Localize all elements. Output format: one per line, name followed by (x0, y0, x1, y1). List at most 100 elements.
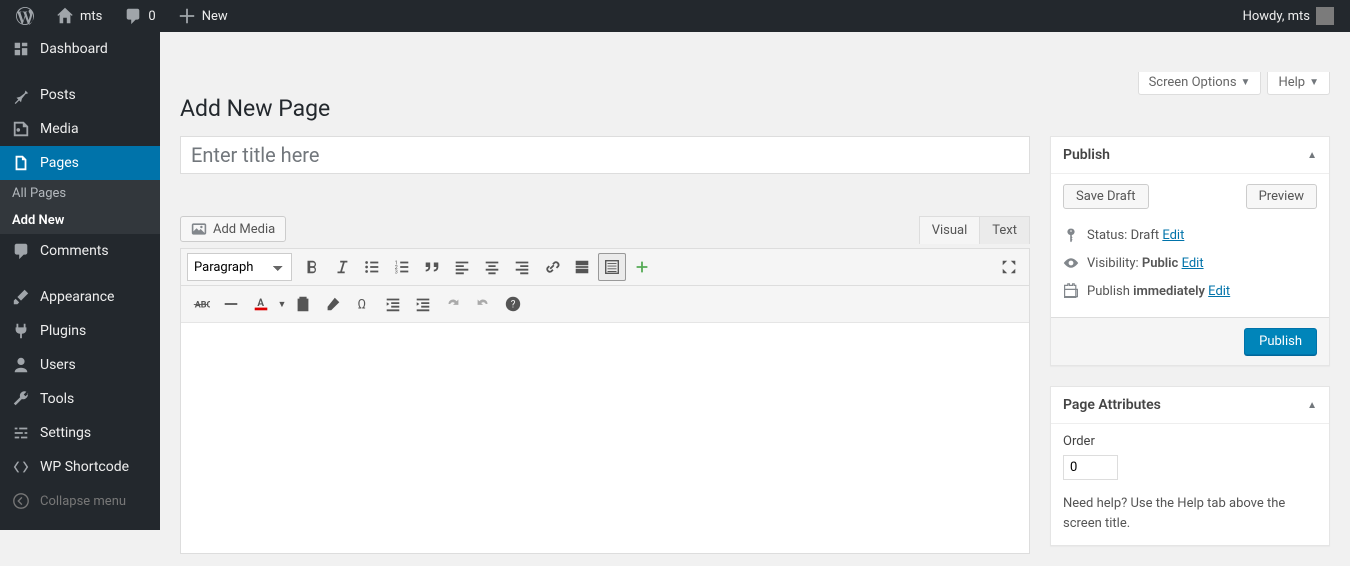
ol-icon: 123 (393, 258, 411, 276)
editor: Paragraph 123 ABC (180, 248, 1030, 554)
plus-icon (178, 7, 196, 25)
chevron-down-icon: ▼ (1309, 77, 1319, 88)
add-media-button[interactable]: Add Media (180, 216, 286, 242)
textcolor-dropdown[interactable]: ▼ (277, 299, 287, 310)
menu-dashboard[interactable]: Dashboard (0, 32, 160, 66)
site-name-link[interactable]: mts (48, 0, 110, 32)
avatar (1316, 7, 1334, 25)
redo-button[interactable] (469, 290, 497, 318)
title-input[interactable] (180, 136, 1030, 174)
toolbar-toggle-button[interactable] (598, 253, 626, 281)
pin-icon (12, 86, 30, 104)
add-shortcode-button[interactable] (628, 253, 656, 281)
order-input[interactable] (1063, 455, 1118, 480)
preview-button[interactable]: Preview (1246, 184, 1317, 209)
link-icon (543, 258, 561, 276)
page-icon (12, 154, 30, 172)
menu-users[interactable]: Users (0, 348, 160, 382)
media-icon (191, 221, 207, 237)
pages-submenu: All Pages Add New (0, 180, 160, 234)
save-draft-button[interactable]: Save Draft (1063, 184, 1149, 209)
screen-options-button[interactable]: Screen Options▼ (1138, 72, 1262, 95)
submenu-add-new[interactable]: Add New (0, 207, 160, 234)
submenu-all-pages[interactable]: All Pages (0, 180, 160, 207)
edit-status-link[interactable]: Edit (1162, 228, 1184, 243)
menu-comments[interactable]: Comments (0, 234, 160, 268)
italic-button[interactable] (328, 253, 356, 281)
dashboard-icon (12, 40, 30, 58)
publish-box-header[interactable]: Publish▲ (1051, 137, 1329, 174)
home-icon (56, 7, 74, 25)
content-area[interactable] (181, 323, 1029, 553)
howdy-text: Howdy, mts (1243, 9, 1310, 24)
hr-icon (222, 295, 240, 313)
special-char-button[interactable]: Ω (349, 290, 377, 318)
quote-button[interactable] (418, 253, 446, 281)
menu-tools[interactable]: Tools (0, 382, 160, 416)
menu-appearance[interactable]: Appearance (0, 280, 160, 314)
bold-button[interactable] (298, 253, 326, 281)
format-select[interactable]: Paragraph (187, 253, 292, 281)
align-left-button[interactable] (448, 253, 476, 281)
wrench-icon (12, 390, 30, 408)
eye-icon (1063, 255, 1079, 271)
chevron-up-icon: ▲ (1307, 150, 1317, 161)
link-button[interactable] (538, 253, 566, 281)
fullscreen-button[interactable] (995, 253, 1023, 281)
textcolor-icon: A (252, 295, 270, 313)
tab-text[interactable]: Text (979, 216, 1030, 244)
align-right-icon (513, 258, 531, 276)
tab-visual[interactable]: Visual (919, 216, 980, 244)
outdent-button[interactable] (379, 290, 407, 318)
wp-logo[interactable] (8, 0, 42, 32)
page-attributes-help: Need help? Use the Help tab above the sc… (1063, 494, 1317, 533)
publish-button[interactable]: Publish (1244, 328, 1317, 355)
svg-text:Ω: Ω (358, 298, 366, 313)
edit-visibility-link[interactable]: Edit (1182, 256, 1204, 271)
strikethrough-icon: ABC (192, 295, 210, 313)
page-attributes-box: Page Attributes▲ Order Need help? Use th… (1050, 386, 1330, 546)
comments-link[interactable]: 0 (116, 0, 163, 32)
align-center-button[interactable] (478, 253, 506, 281)
comment-icon (124, 7, 142, 25)
menu-pages[interactable]: Pages (0, 146, 160, 180)
ul-button[interactable] (358, 253, 386, 281)
strikethrough-button[interactable]: ABC (187, 290, 215, 318)
page-title: Add New Page (180, 95, 1330, 122)
publish-box: Publish▲ Save Draft Preview Status: Draf… (1050, 136, 1330, 366)
menu-plugins[interactable]: Plugins (0, 314, 160, 348)
undo-button[interactable] (439, 290, 467, 318)
textcolor-button[interactable]: A (247, 290, 275, 318)
help-button[interactable]: Help▼ (1267, 72, 1330, 95)
readmore-button[interactable] (568, 253, 596, 281)
menu-media[interactable]: Media (0, 112, 160, 146)
omega-icon: Ω (354, 295, 372, 313)
align-center-icon (483, 258, 501, 276)
menu-wp-shortcode[interactable]: WP Shortcode (0, 450, 160, 484)
indent-icon (414, 295, 432, 313)
menu-settings[interactable]: Settings (0, 416, 160, 450)
undo-icon (444, 295, 462, 313)
chevron-up-icon: ▲ (1307, 400, 1317, 411)
collapse-menu[interactable]: Collapse menu (0, 484, 160, 518)
admin-bar: mts 0 New Howdy, mts (0, 0, 1350, 32)
indent-button[interactable] (409, 290, 437, 318)
bold-icon (303, 258, 321, 276)
chevron-down-icon: ▼ (1241, 77, 1251, 88)
howdy-link[interactable]: Howdy, mts (1235, 0, 1342, 32)
toolbar-row-1: Paragraph 123 (181, 249, 1029, 286)
new-content-link[interactable]: New (170, 0, 236, 32)
menu-posts[interactable]: Posts (0, 78, 160, 112)
new-label: New (202, 9, 228, 24)
clear-format-button[interactable] (319, 290, 347, 318)
page-attributes-header[interactable]: Page Attributes▲ (1051, 387, 1329, 424)
admin-menu: Dashboard Posts Media Pages All Pages Ad… (0, 32, 160, 530)
align-right-button[interactable] (508, 253, 536, 281)
eraser-icon (324, 295, 342, 313)
hr-button[interactable] (217, 290, 245, 318)
key-icon (1063, 227, 1079, 243)
paste-text-button[interactable] (289, 290, 317, 318)
edit-schedule-link[interactable]: Edit (1208, 284, 1230, 299)
help-shortcut-button[interactable]: ? (499, 290, 527, 318)
ol-button[interactable]: 123 (388, 253, 416, 281)
